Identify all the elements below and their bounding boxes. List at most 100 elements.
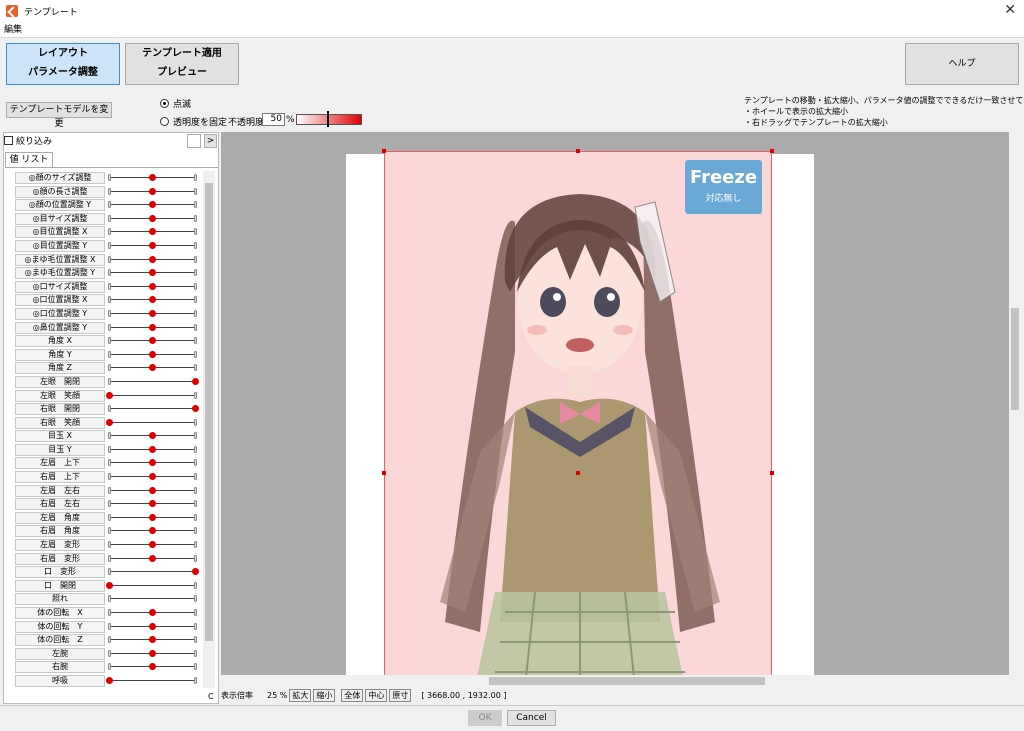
param-slider-knob[interactable] <box>149 214 156 222</box>
param-slider-knob[interactable] <box>149 174 156 181</box>
opacity-slider[interactable] <box>296 114 362 125</box>
param-slider-knob[interactable] <box>149 241 156 249</box>
param-slider-knob[interactable] <box>106 391 113 399</box>
resize-handle-tr[interactable] <box>770 149 774 153</box>
opacity-input[interactable]: 50 <box>262 113 285 126</box>
param-slider-knob[interactable] <box>149 282 156 290</box>
opacity-slider-thumb[interactable] <box>327 111 329 127</box>
resize-handle-ml[interactable] <box>382 471 386 475</box>
param-slider-knob[interactable] <box>106 676 113 684</box>
param-slider-end-tick <box>108 337 111 345</box>
param-slider-track[interactable] <box>109 584 197 586</box>
canvas-vscrollbar[interactable] <box>1009 132 1021 687</box>
param-slider-knob[interactable] <box>149 459 156 467</box>
param-slider-knob[interactable] <box>149 364 156 372</box>
param-slider-knob[interactable] <box>149 309 156 317</box>
param-slider-knob[interactable] <box>149 554 156 562</box>
canvas-hscrollbar[interactable] <box>221 675 1009 687</box>
param-slider-knob[interactable] <box>149 432 156 440</box>
layout-mode-button[interactable]: レイアウト パラメータ調整 <box>6 43 120 85</box>
parameter-scrollbar-thumb[interactable] <box>205 183 213 641</box>
param-label: 照れ <box>15 593 105 606</box>
cancel-button[interactable]: Cancel <box>507 710 556 726</box>
param-slider-knob[interactable] <box>149 527 156 535</box>
param-slider-track[interactable] <box>109 679 197 681</box>
param-slider-knob[interactable] <box>149 269 156 277</box>
param-slider-knob[interactable] <box>149 473 156 481</box>
param-row: ◎顔の位置調整 Y <box>5 198 203 212</box>
param-label: ◎口位置調整 X <box>15 294 105 307</box>
param-slider-knob[interactable] <box>149 187 156 195</box>
param-slider-track[interactable] <box>109 408 197 410</box>
close-icon[interactable]: ✕ <box>1004 2 1016 18</box>
param-slider-end-tick <box>108 527 111 535</box>
blink-radio[interactable]: 点滅 <box>160 97 191 110</box>
parameter-scrollbar[interactable] <box>203 171 215 688</box>
param-slider-end-tick <box>194 473 197 481</box>
param-slider-knob[interactable] <box>149 500 156 508</box>
filter-option-button[interactable] <box>187 134 201 148</box>
expand-button[interactable]: > <box>204 134 217 148</box>
param-slider-knob[interactable] <box>192 405 199 413</box>
menu-edit[interactable]: 編集 <box>4 25 22 35</box>
template-overlay[interactable] <box>384 151 772 686</box>
param-slider-track[interactable] <box>109 394 197 396</box>
param-slider-end-tick <box>108 405 111 413</box>
center-button[interactable]: 中心 <box>365 688 388 702</box>
param-slider-knob[interactable] <box>149 636 156 644</box>
zoom-out-button[interactable]: 縮小 <box>313 688 336 702</box>
filter-checkbox[interactable] <box>4 136 13 145</box>
param-slider-knob[interactable] <box>192 377 199 385</box>
menu-bar: 編集 <box>0 22 1024 38</box>
param-slider-knob[interactable] <box>149 337 156 345</box>
param-label: 右眉 左右 <box>15 498 105 511</box>
param-slider-knob[interactable] <box>149 663 156 671</box>
param-slider-knob[interactable] <box>149 486 156 494</box>
param-slider-end-tick <box>108 486 111 494</box>
param-row: 左眉 上下 <box>5 456 203 470</box>
param-slider-knob[interactable] <box>149 228 156 236</box>
canvas-hscrollbar-thumb[interactable] <box>489 677 765 685</box>
zoom-in-button[interactable]: 拡大 <box>289 688 312 702</box>
param-slider-track[interactable] <box>109 598 197 600</box>
param-slider-track[interactable] <box>109 380 197 382</box>
param-label: 左腕 <box>15 647 105 660</box>
ok-button[interactable]: OK <box>468 710 502 726</box>
actual-size-button[interactable]: 原寸 <box>389 688 412 702</box>
filter-row[interactable]: 絞り込み <box>4 134 52 147</box>
param-slider-knob[interactable] <box>149 323 156 331</box>
help-button[interactable]: ヘルプ <box>905 43 1019 85</box>
tab-value-list[interactable]: 値 リスト <box>5 152 53 167</box>
param-slider-end-tick <box>108 609 111 616</box>
param-slider-knob[interactable] <box>149 255 156 263</box>
apply-mode-button[interactable]: テンプレート適用 プレビュー <box>125 43 239 85</box>
param-slider-knob[interactable] <box>149 201 156 209</box>
param-slider-end-tick <box>108 636 111 644</box>
param-row: 左腕 <box>5 647 203 661</box>
param-slider-knob[interactable] <box>149 350 156 358</box>
param-slider-knob[interactable] <box>192 568 199 576</box>
change-model-button[interactable]: テンプレートモデルを変更 <box>6 102 112 129</box>
param-slider-knob[interactable] <box>149 622 156 630</box>
param-slider-knob[interactable] <box>106 418 113 426</box>
param-label: 体の回転 Y <box>15 620 105 633</box>
param-slider-track[interactable] <box>109 571 197 573</box>
param-slider-end-tick <box>108 364 111 372</box>
param-slider-track[interactable] <box>109 421 197 423</box>
param-slider-knob[interactable] <box>106 581 113 589</box>
param-slider-knob[interactable] <box>149 609 156 616</box>
param-slider-knob[interactable] <box>149 649 156 657</box>
param-label: 口 開閉 <box>15 579 105 592</box>
resize-handle-mr[interactable] <box>770 471 774 475</box>
param-slider-knob[interactable] <box>149 296 156 304</box>
resize-handle-tc[interactable] <box>576 149 580 153</box>
fix-opacity-radio[interactable]: 透明度を固定 <box>160 115 227 128</box>
resize-handle-tl[interactable] <box>382 149 386 153</box>
param-slider-end-tick <box>108 296 111 304</box>
canvas-vscrollbar-thumb[interactable] <box>1011 308 1019 410</box>
param-slider-knob[interactable] <box>149 445 156 453</box>
fit-all-button[interactable]: 全体 <box>341 688 364 702</box>
param-slider-knob[interactable] <box>149 513 156 521</box>
resize-handle-center[interactable] <box>576 471 580 475</box>
param-slider-knob[interactable] <box>149 541 156 549</box>
